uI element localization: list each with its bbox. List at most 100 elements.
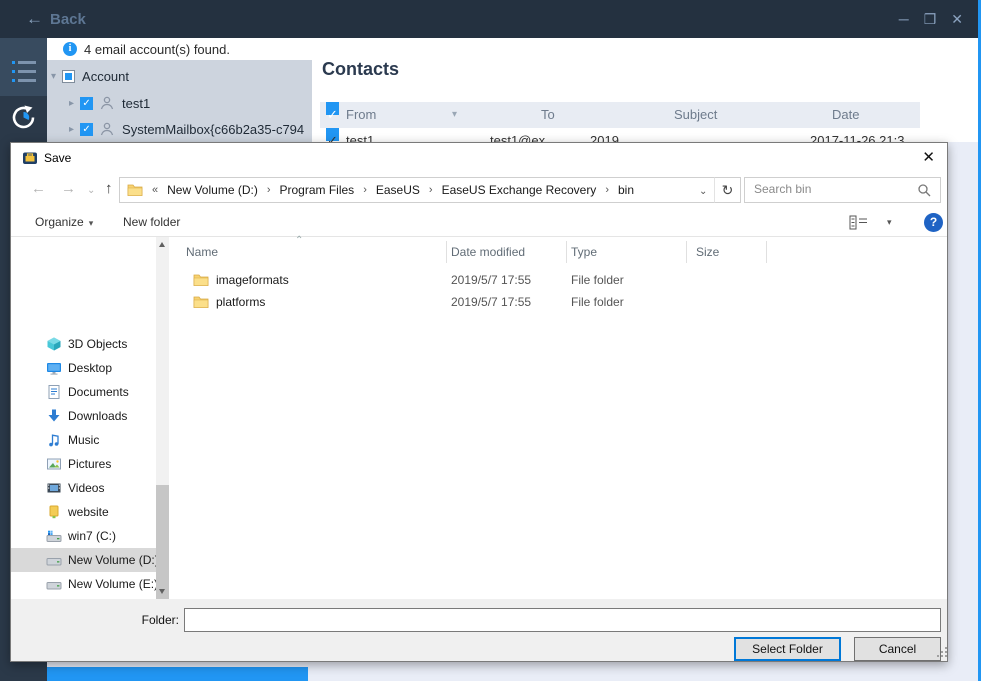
column-from[interactable]: From [346, 102, 376, 128]
scroll-down-icon[interactable] [156, 584, 169, 599]
column-type[interactable]: Type [571, 239, 597, 265]
person-icon [99, 121, 115, 137]
scroll-up-icon[interactable] [156, 237, 169, 252]
system-drive-icon [46, 528, 62, 544]
dialog-footer: Folder: Select Folder Cancel [11, 599, 947, 661]
file-date: 2019/5/7 17:55 [451, 269, 531, 291]
tree-row-test1[interactable]: ▸ test1 [69, 90, 150, 116]
maximize-icon[interactable]: ❒ [924, 12, 937, 26]
search-icon[interactable] [917, 183, 932, 198]
sidebar-label: New Volume (E:) [68, 577, 156, 591]
desktop-icon [46, 360, 62, 376]
resize-grip[interactable] [937, 647, 939, 649]
back-button[interactable]: ← Back [26, 0, 86, 38]
sidebar-item-new-volume-d[interactable]: New Volume (D:) [11, 548, 156, 572]
column-size[interactable]: Size [696, 239, 719, 265]
breadcrumb-segment[interactable]: New Volume (D:) [167, 183, 258, 197]
breadcrumb-segment[interactable]: bin [618, 183, 634, 197]
sidebar-item-pictures[interactable]: Pictures [11, 452, 156, 476]
folder-icon [193, 272, 209, 288]
minimize-icon[interactable]: ─ [899, 12, 909, 26]
sidebar-item-new-volume-e[interactable]: New Volume (E:) [11, 572, 156, 596]
breadcrumb-separator: › [267, 184, 271, 196]
breadcrumb-segment[interactable]: EaseUS Exchange Recovery [442, 183, 597, 197]
downloads-icon [46, 408, 62, 424]
sidebar-label: website [68, 505, 109, 519]
tree-label: SystemMailbox{c66b2a35-c794 [122, 122, 304, 137]
sidebar-item-documents[interactable]: Documents [11, 380, 156, 404]
back-arrow-icon: ← [26, 9, 43, 29]
scrollbar-thumb[interactable] [156, 485, 169, 600]
save-dialog: Save ✕ ← → ⌄ ↑ « New Volume (D:) › Progr… [10, 142, 948, 662]
organize-caret-icon: ▾ [89, 218, 94, 228]
sidebar-active-item[interactable] [0, 38, 47, 96]
select-all-checkbox[interactable] [326, 102, 339, 115]
sidebar-label: Documents [68, 385, 129, 399]
new-folder-button[interactable]: New folder [123, 209, 180, 236]
view-caret-icon[interactable]: ▾ [887, 209, 892, 236]
app-background [948, 142, 978, 681]
dialog-close-icon[interactable]: ✕ [922, 148, 935, 166]
close-icon[interactable]: ✕ [951, 12, 963, 26]
select-folder-button[interactable]: Select Folder [734, 637, 841, 661]
sidebar-label: Music [68, 433, 99, 447]
column-name[interactable]: Name [186, 239, 218, 265]
sidebar-item-win7-c[interactable]: win7 (C:) [11, 524, 156, 548]
file-date: 2019/5/7 17:55 [451, 291, 531, 313]
sidebar-label: New Volume (D:) [68, 553, 156, 567]
sidebar-label: Pictures [68, 457, 111, 471]
nav-up-icon[interactable]: ↑ [105, 180, 113, 197]
recovery-icon[interactable] [10, 104, 37, 131]
breadcrumb-separator: › [429, 184, 433, 196]
sidebar-item-music[interactable]: Music [11, 428, 156, 452]
sidebar-item-3d-objects[interactable]: 3D Objects [11, 332, 156, 356]
sidebar-item-website[interactable]: website [11, 500, 156, 524]
documents-icon [46, 384, 62, 400]
file-row-platforms[interactable]: platforms 2019/5/7 17:55 File folder [169, 291, 947, 313]
address-bar[interactable]: « New Volume (D:) › Program Files › Ease… [119, 177, 733, 203]
sidebar-item-downloads[interactable]: Downloads [11, 404, 156, 428]
filter-caret-icon[interactable]: ▾ [452, 102, 457, 128]
help-icon[interactable]: ? [924, 213, 943, 232]
nav-back-icon[interactable]: ← [31, 180, 46, 197]
row-checkbox[interactable] [326, 128, 339, 141]
tree-label: Account [82, 69, 129, 84]
breadcrumb-segment[interactable]: Program Files [280, 183, 355, 197]
file-type: File folder [571, 291, 624, 313]
sidebar-scrollbar[interactable] [156, 237, 169, 599]
details-view-icon[interactable] [849, 215, 869, 230]
nav-forward-icon[interactable]: → [61, 180, 76, 197]
breadcrumb-segment[interactable]: EaseUS [376, 183, 420, 197]
sidebar-label: Downloads [68, 409, 127, 423]
address-caret-icon[interactable]: ⌄ [699, 186, 707, 197]
search-input[interactable] [745, 178, 910, 200]
drive-icon [46, 576, 62, 592]
collapse-icon[interactable]: ▾ [51, 71, 56, 82]
expand-icon[interactable]: ▸ [69, 98, 74, 109]
expand-icon[interactable]: ▸ [69, 124, 74, 135]
sidebar-item-desktop[interactable]: Desktop [11, 356, 156, 380]
file-type: File folder [571, 269, 624, 291]
file-row-imageformats[interactable]: imageformats 2019/5/7 17:55 File folder [169, 269, 947, 291]
cancel-button[interactable]: Cancel [854, 637, 941, 661]
refresh-icon[interactable]: ↻ [714, 177, 741, 203]
nav-history-caret-icon[interactable]: ⌄ [87, 185, 95, 196]
account-checkbox[interactable] [62, 70, 75, 83]
organize-button[interactable]: Organize▾ [35, 209, 93, 236]
breadcrumb-overflow-chevron[interactable]: « [152, 184, 158, 196]
column-subject[interactable]: Subject [674, 102, 717, 128]
sidebar-item-videos[interactable]: Videos [11, 476, 156, 500]
search-box [744, 177, 941, 203]
folder-name-input[interactable] [184, 608, 941, 632]
window-controls: ─ ❒ ✕ [899, 0, 963, 38]
tree-row-systemmailbox[interactable]: ▸ SystemMailbox{c66b2a35-c794 [69, 116, 304, 142]
systemmailbox-checkbox[interactable] [80, 123, 93, 136]
column-to[interactable]: To [541, 102, 555, 128]
test1-checkbox[interactable] [80, 97, 93, 110]
mail-list-icon[interactable] [12, 61, 38, 88]
column-date-modified[interactable]: Date modified [451, 239, 525, 265]
sort-ascending-icon[interactable]: ⌃ [295, 235, 303, 246]
tree-row-account[interactable]: ▾ Account [51, 63, 129, 89]
column-date[interactable]: Date [832, 102, 859, 128]
pictures-icon [46, 456, 62, 472]
